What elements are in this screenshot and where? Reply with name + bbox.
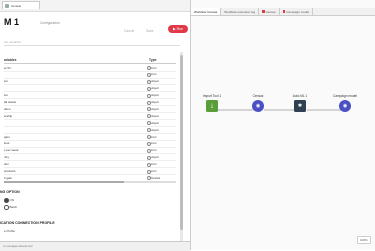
workflow-node[interactable]: ⤓: [206, 100, 218, 112]
workflow-node[interactable]: ◉: [339, 100, 351, 112]
variable-type: intxt: [151, 134, 157, 139]
canvas-tab[interactable]: Workflow execution log: [221, 8, 260, 15]
canvas-tab-label: Workflow Canvas: [194, 9, 218, 14]
variable-name: ation: [4, 106, 11, 111]
connection-profile-heading: ICATION CONNECTION PROFILE: [0, 221, 55, 225]
column-variables[interactable]: ariables: [4, 58, 16, 62]
scoring-option-heading: NG OPTION: [0, 190, 20, 194]
profile-option-label: e Profile: [4, 229, 16, 233]
variable-name: it gain: [4, 175, 13, 180]
auto-ml-icon: ✱: [297, 103, 303, 109]
variable-name: products: [4, 169, 16, 173]
tab-status-icon: [282, 10, 286, 13]
profile-option[interactable]: e Profile: [4, 229, 15, 233]
variable-type: object: [151, 127, 160, 132]
run-button-label: Run: [176, 27, 184, 31]
horizontal-scrollbar-thumb[interactable]: [4, 181, 124, 183]
variable-type: object: [151, 113, 160, 118]
run-button[interactable]: ▶ Run: [168, 25, 188, 33]
variable-name: ntry: [4, 155, 10, 160]
variable-type: object: [151, 93, 160, 98]
radio-on-icon: [4, 198, 9, 203]
variable-type: object: [151, 79, 160, 84]
variable-type: intxt: [151, 162, 157, 167]
canvas-tab-label: Campaign model: [286, 9, 309, 14]
status-text: m-nomages-sheets.com: [3, 244, 33, 248]
workflow-node[interactable]: ✱: [294, 100, 306, 112]
radio-off-icon: [4, 205, 9, 210]
canvas-tab-label: Workflow execution log: [224, 9, 256, 14]
variable-type: intxt: [151, 141, 157, 146]
table-header: ariables Type: [4, 57, 176, 64]
canvas-tab[interactable]: Workflow Canvas: [191, 8, 222, 15]
variable-name: tal status: [4, 100, 17, 104]
search-input[interactable]: rch variables: [4, 39, 180, 46]
tab-census[interactable]: Census: [2, 1, 40, 9]
campaign-model-icon: ◉: [342, 103, 348, 109]
workflow-node-label: Census: [252, 94, 264, 98]
variable-name: tion: [4, 162, 9, 167]
import-tool-icon: ⤓: [210, 103, 214, 109]
vertical-scrollbar-thumb[interactable]: [180, 55, 183, 230]
scoring-option-on-label: ON: [9, 198, 15, 203]
tab-status-icon: [262, 10, 265, 13]
census-tab-icon: [5, 3, 9, 8]
workflow-connections: [218, 109, 341, 111]
scoring-option-batch-label: Batch: [9, 205, 18, 210]
page-title: M 1: [4, 17, 20, 27]
zoom-control[interactable]: 100%: [357, 236, 371, 244]
scoring-option-on[interactable]: ON: [4, 198, 14, 203]
variable-name: loss: [4, 141, 10, 146]
column-type[interactable]: Type: [149, 58, 156, 62]
workflow-node-label: Campaign model: [332, 94, 358, 98]
variable-type: intxt: [151, 65, 157, 70]
census-icon: ◉: [255, 103, 261, 109]
variable-name: gain: [4, 134, 10, 139]
variable-type: object: [151, 155, 160, 160]
tab-census-label: Census: [11, 3, 22, 8]
cancel-button[interactable]: Cancel: [124, 29, 134, 33]
variable-name: ion: [4, 93, 9, 98]
variable-type: Scaled: [151, 175, 161, 180]
variable-type: object: [151, 120, 160, 125]
variable-name: s per week: [4, 148, 19, 153]
variable-type: object: [151, 106, 160, 111]
search-placeholder: rch variables: [4, 40, 22, 44]
workflow-node[interactable]: ◉: [252, 100, 264, 112]
workflow-node-label: Import Tool 1: [202, 94, 222, 98]
variable-type: object: [151, 100, 160, 104]
canvas-tab[interactable]: Campaign model: [280, 8, 313, 15]
play-icon: ▶: [172, 27, 176, 31]
canvas-tab-label: Census: [265, 9, 276, 14]
variable-name: er ID: [4, 65, 11, 70]
variable-type: intxt: [151, 72, 157, 77]
variable-type: intxt: [151, 169, 157, 173]
page-subtitle: Configuration: [40, 21, 60, 25]
variable-type: object: [151, 86, 160, 91]
canvas-tab[interactable]: Census: [259, 8, 280, 15]
variable-name: ership: [4, 113, 13, 118]
variable-name: ion: [4, 79, 9, 84]
scoring-option-batch[interactable]: Batch: [4, 205, 17, 210]
workflow-node-label: Auto ML 1: [292, 94, 308, 98]
variable-type: intxt: [151, 148, 157, 153]
save-button[interactable]: Save: [146, 29, 154, 33]
